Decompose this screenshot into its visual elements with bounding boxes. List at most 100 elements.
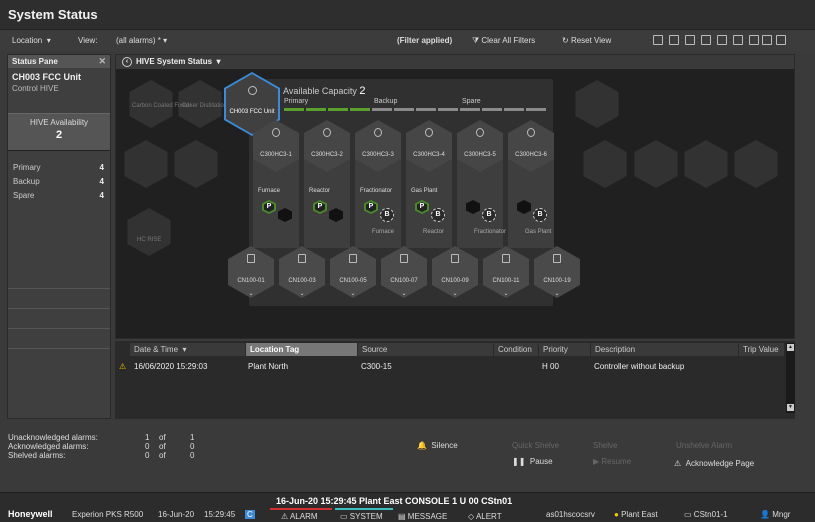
export-icon[interactable] [733, 35, 743, 45]
col-location-tag[interactable]: Location Tag [246, 343, 358, 356]
segment-backup-label: Backup [374, 98, 398, 105]
quick-shelve-button[interactable]: Quick Shelve [512, 441, 559, 450]
chevron-down-icon[interactable]: ⌄ [327, 290, 379, 297]
system-indicator-bar [335, 508, 393, 510]
message-tab[interactable]: ▤ MESSAGE [398, 512, 447, 521]
controller-slot: Gas Plant [411, 188, 438, 194]
pause-button[interactable]: ❚❚ Pause [512, 457, 553, 466]
hive-icon [248, 86, 257, 95]
node-icon [247, 254, 255, 263]
controller-sub: Furnace [372, 229, 395, 235]
backup-badge: B [431, 208, 445, 222]
chevron-down-icon[interactable]: ⌄ [531, 290, 583, 297]
capacity-segment [416, 108, 436, 111]
divider [8, 348, 110, 349]
bg-label: HC RISE [137, 237, 162, 243]
count-of: of [159, 442, 166, 451]
scroll-down-icon[interactable]: ▼ [787, 404, 794, 411]
controller-icon [374, 128, 382, 137]
status-pane: Status Pane ✕ CH003 FCC Unit Control HIVE… [7, 54, 111, 419]
layout-icon-1[interactable] [653, 35, 663, 45]
col-source[interactable]: Source [358, 343, 494, 356]
backup-badge: B [380, 208, 394, 222]
chevron-down-icon[interactable]: ⌄ [276, 290, 328, 297]
layout-icon-2[interactable] [669, 35, 679, 45]
capacity-segment [372, 108, 392, 111]
print-icon[interactable] [762, 35, 772, 45]
user-name: 👤 Mngr [760, 510, 791, 519]
view-dropdown[interactable]: (all alarms) * ▾ [116, 36, 167, 45]
capacity-segment [328, 108, 348, 111]
layout-icon-4[interactable] [701, 35, 711, 45]
count-a: 0 [145, 442, 150, 451]
controller-label: C300HC3-4 [413, 152, 445, 158]
chevron-down-icon[interactable]: ⌄ [429, 290, 481, 297]
layout-icon-5[interactable] [717, 35, 727, 45]
available-capacity-label: Available Capacity 2 [283, 85, 366, 97]
count-b: 0 [190, 442, 195, 451]
controller-sub: Gas Plant [525, 229, 552, 235]
chevron-down-icon[interactable]: ⌄ [480, 290, 532, 297]
node-icon [502, 254, 510, 263]
col-trip-value[interactable]: Trip Value [739, 343, 785, 356]
controller-icon [476, 128, 484, 137]
pause-icon: ❚❚ [512, 457, 526, 466]
area-name: ● Plant East [614, 510, 658, 519]
scroll-up-icon[interactable]: ▲ [787, 344, 794, 351]
col-description[interactable]: Description [591, 343, 739, 356]
close-icon[interactable]: ✕ [98, 56, 106, 67]
status-bar: Honeywell Experion PKS R500 16-Jun-20 15… [0, 492, 815, 522]
acknowledge-icon: ⚠ [674, 459, 682, 468]
controller-label: C300HC3-2 [311, 152, 343, 158]
controller-sub: Reactor [423, 229, 445, 235]
fcc-unit-label: CH003 FCC Unit [229, 109, 275, 115]
alert-tab[interactable]: ◇ ALERT [468, 512, 502, 521]
user-icon: 👤 [760, 510, 770, 519]
cn-node-label: CN100-11 [492, 278, 520, 284]
back-icon[interactable]: ‹ [122, 57, 132, 67]
status-row-primary: Primary 4 [13, 163, 104, 172]
col-priority[interactable]: Priority [539, 343, 591, 356]
location-dropdown[interactable]: Location ▾ [12, 36, 51, 45]
status-time: 15:29:45 [204, 510, 236, 519]
bg-label: Coker Distillation [182, 103, 228, 109]
console-info: 16-Jun-20 15:29:45 Plant East CONSOLE 1 … [276, 496, 513, 506]
resume-button[interactable]: ▶ Resume [593, 457, 631, 466]
alarm-tab[interactable]: ⚠ ALARM [281, 512, 318, 521]
status-row-spare: Spare 4 [13, 191, 104, 200]
reset-view-button[interactable]: ↻ Reset View [562, 36, 611, 45]
clear-filters-button[interactable]: ⧩ Clear All Filters [472, 36, 535, 46]
segment-primary-label: Primary [284, 98, 309, 105]
toolbar: Location ▾ View: (all alarms) * ▾ (Filte… [0, 31, 815, 51]
shelve-button[interactable]: Shelve [593, 441, 617, 450]
silence-button[interactable]: 🔔 Silence [417, 441, 458, 450]
copy-icon[interactable] [749, 35, 759, 45]
backup-badge: B [482, 208, 496, 222]
divider [8, 308, 110, 309]
unshelve-button[interactable]: Unshelve Alarm [676, 441, 732, 450]
backup-badge: B [533, 208, 547, 222]
controller-sub: Fractionator [474, 229, 507, 235]
settings-icon[interactable] [776, 35, 786, 45]
status-date: 16-Jun-20 [158, 510, 195, 519]
monitor-icon: ▭ [684, 510, 692, 519]
layout-icon-3[interactable] [685, 35, 695, 45]
col-datetime[interactable]: Date & Time ▾ [130, 343, 246, 356]
controller-label: C300HC3-5 [464, 152, 496, 158]
segment-spare-label: Spare [462, 98, 481, 105]
count-label: Unacknowledged alarms: [8, 433, 98, 442]
reset-icon: ↻ [562, 36, 569, 45]
chevron-down-icon[interactable]: ⌄ [225, 290, 277, 297]
chevron-down-icon[interactable]: ⌄ [378, 290, 430, 297]
controller-label: C300HC3-1 [260, 152, 292, 158]
cn-node-label: CN100-05 [339, 278, 367, 284]
hive-header[interactable]: ‹ HIVE System Status ▾ [116, 55, 794, 69]
cn-node-label: CN100-01 [237, 278, 265, 284]
divider [8, 328, 110, 329]
acknowledge-page-button[interactable]: ⚠ Acknowledge Page [674, 459, 754, 468]
system-tab[interactable]: ▭ SYSTEM [340, 512, 383, 521]
col-condition[interactable]: Condition [494, 343, 539, 356]
warning-icon: ⚠ [119, 362, 127, 371]
station-name: ▭ CStn01-1 [684, 510, 728, 519]
alarm-scrollbar[interactable]: ▲ ▼ [786, 343, 795, 413]
